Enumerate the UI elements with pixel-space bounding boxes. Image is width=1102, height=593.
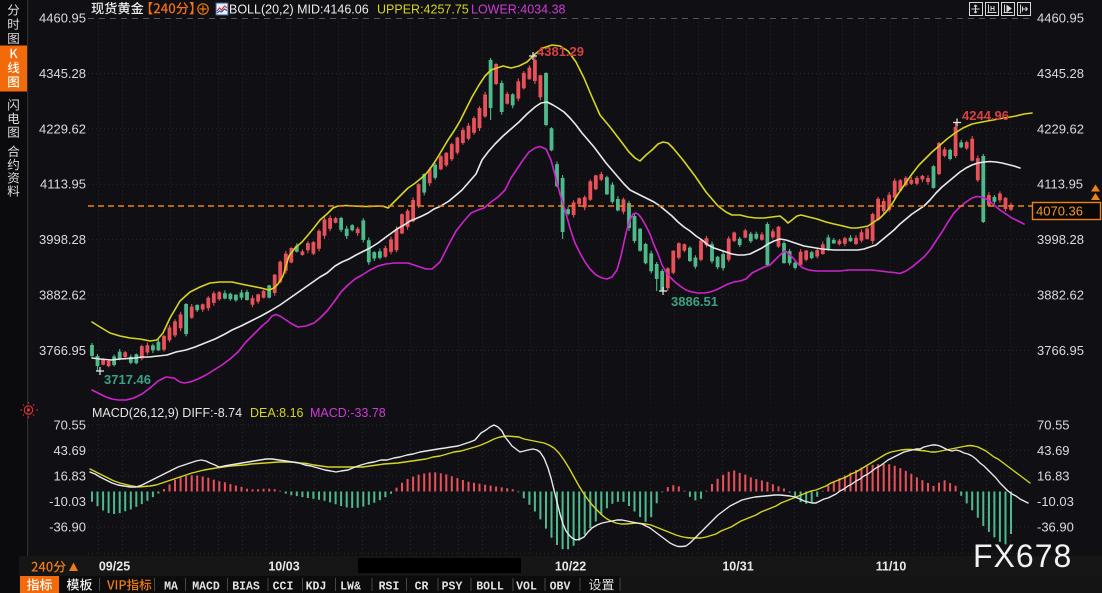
svg-text:10/31: 10/31 bbox=[722, 560, 753, 574]
svg-text:4460.95: 4460.95 bbox=[39, 11, 86, 26]
svg-text:-10.03: -10.03 bbox=[1037, 494, 1074, 509]
svg-text:KDJ: KDJ bbox=[306, 581, 327, 593]
svg-text:4229.62: 4229.62 bbox=[39, 121, 86, 136]
svg-text:UPPER:4257.75: UPPER:4257.75 bbox=[377, 3, 469, 17]
svg-text:3766.95: 3766.95 bbox=[1037, 343, 1084, 358]
svg-text:16.83: 16.83 bbox=[53, 469, 86, 484]
svg-text:43.69: 43.69 bbox=[1037, 443, 1070, 458]
svg-text:OBV: OBV bbox=[550, 581, 571, 593]
svg-text:MA: MA bbox=[164, 581, 178, 593]
svg-text:10/22: 10/22 bbox=[555, 560, 586, 574]
svg-text:FX678: FX678 bbox=[973, 538, 1072, 574]
svg-text:4460.95: 4460.95 bbox=[1037, 11, 1084, 26]
svg-text:-36.90: -36.90 bbox=[1037, 520, 1074, 535]
svg-text:4345.28: 4345.28 bbox=[1037, 66, 1084, 81]
svg-text:3717.46: 3717.46 bbox=[104, 372, 151, 387]
svg-text:4229.62: 4229.62 bbox=[1037, 121, 1084, 136]
svg-text:-36.90: -36.90 bbox=[49, 520, 86, 535]
svg-text:CCI: CCI bbox=[273, 581, 294, 593]
svg-text:LOWER:4034.38: LOWER:4034.38 bbox=[471, 3, 566, 17]
svg-text:4381.29: 4381.29 bbox=[537, 44, 584, 59]
svg-text:MACD:-33.78: MACD:-33.78 bbox=[310, 406, 386, 420]
svg-text:PSY: PSY bbox=[442, 581, 463, 593]
svg-text:CR: CR bbox=[415, 581, 429, 593]
svg-text:3882.62: 3882.62 bbox=[39, 288, 86, 303]
svg-text:09/25: 09/25 bbox=[99, 560, 130, 574]
svg-text:4070.36: 4070.36 bbox=[1036, 204, 1083, 219]
svg-text:3998.28: 3998.28 bbox=[39, 232, 86, 247]
svg-text:3998.28: 3998.28 bbox=[1037, 232, 1084, 247]
svg-text:4113.95: 4113.95 bbox=[40, 177, 86, 192]
svg-text:10/03: 10/03 bbox=[268, 560, 299, 574]
svg-text:43.69: 43.69 bbox=[53, 443, 86, 458]
svg-text:VOL: VOL bbox=[516, 581, 537, 593]
svg-text:LW&: LW& bbox=[340, 581, 361, 593]
svg-text:4244.96: 4244.96 bbox=[962, 108, 1009, 123]
svg-text:70.55: 70.55 bbox=[53, 418, 86, 433]
svg-text:-10.03: -10.03 bbox=[49, 494, 86, 509]
svg-text:4345.28: 4345.28 bbox=[39, 66, 86, 81]
svg-text:MACD(26,12,9) DIFF:-8.74: MACD(26,12,9) DIFF:-8.74 bbox=[92, 406, 242, 420]
svg-text:DEA:8.16: DEA:8.16 bbox=[250, 406, 304, 420]
svg-text:MACD: MACD bbox=[192, 581, 220, 593]
svg-text:16.83: 16.83 bbox=[1037, 469, 1070, 484]
svg-text:BOLL(20,2) MID:4146.06: BOLL(20,2) MID:4146.06 bbox=[229, 3, 369, 17]
svg-text:11/10: 11/10 bbox=[876, 560, 907, 574]
svg-text:BOLL: BOLL bbox=[476, 581, 504, 593]
svg-text:BIAS: BIAS bbox=[232, 581, 260, 593]
svg-text:RSI: RSI bbox=[379, 581, 400, 593]
svg-text:3882.62: 3882.62 bbox=[1037, 288, 1084, 303]
svg-text:70.55: 70.55 bbox=[1037, 418, 1070, 433]
svg-text:4113.95: 4113.95 bbox=[1037, 177, 1083, 192]
svg-text:3886.51: 3886.51 bbox=[671, 294, 718, 309]
svg-text:3766.95: 3766.95 bbox=[39, 343, 86, 358]
